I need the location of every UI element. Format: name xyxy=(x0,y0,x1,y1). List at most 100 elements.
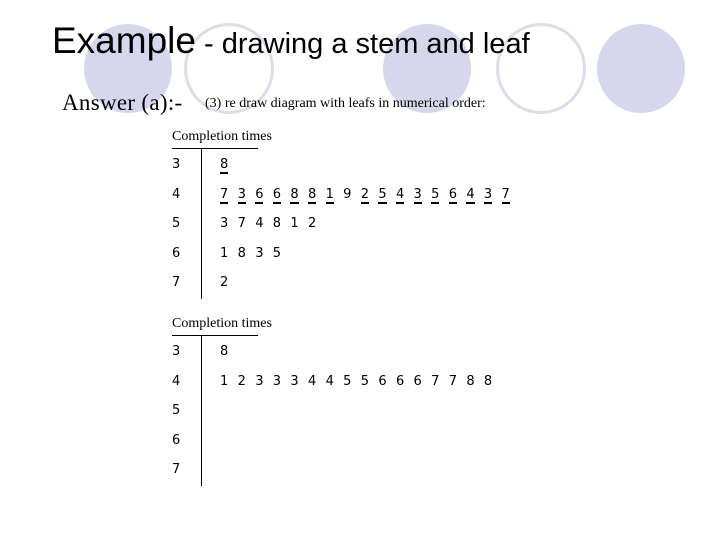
leaf-value: 3 xyxy=(290,374,308,389)
leaf-value-underlined: 1 xyxy=(325,186,344,204)
leaf-value-underlined: 8 xyxy=(307,186,326,204)
leaf-value: 8 xyxy=(273,216,291,231)
leaf-digit: 3 xyxy=(255,245,264,261)
leaf-digit: 5 xyxy=(431,186,440,204)
stem-leaf-header: Completion times xyxy=(172,129,272,149)
leaf-list: 1835 xyxy=(220,246,290,261)
stem-value: 3 xyxy=(172,344,181,359)
stem-leaf-row: 473668819254356437 xyxy=(172,179,512,209)
leaf-value: 7 xyxy=(431,374,449,389)
leaf-value-underlined: 6 xyxy=(272,186,291,204)
leaf-digit: 3 xyxy=(220,216,229,231)
leaf-digit: 5 xyxy=(343,373,352,389)
leaf-value: 9 xyxy=(343,187,361,202)
leaf-value-underlined: 7 xyxy=(501,186,520,204)
leaf-digit: 2 xyxy=(220,275,229,290)
leaf-value-underlined: 2 xyxy=(360,186,379,204)
leaf-value: 1 xyxy=(290,216,308,231)
leaf-list: 8 xyxy=(220,344,238,359)
leaf-value: 1 xyxy=(220,246,238,261)
stem-value: 5 xyxy=(172,403,181,418)
leaf-value: 7 xyxy=(238,216,256,231)
leaf-digit: 8 xyxy=(220,157,229,174)
leaf-value: 6 xyxy=(396,374,414,389)
stem-leaf-row: 6 1835 xyxy=(172,238,512,268)
instruction-text: (3) re draw diagram with leafs in numeri… xyxy=(205,96,486,111)
leaf-digit: 1 xyxy=(290,216,299,231)
decor-circle-filled xyxy=(597,24,685,113)
leaf-digit: 6 xyxy=(255,186,264,204)
stem-leaf-row: 5 374812 xyxy=(172,208,512,238)
leaf-value: 3 xyxy=(273,374,291,389)
stem-value: 6 xyxy=(172,245,181,261)
leaf-digit: 7 xyxy=(501,186,510,204)
leaf-digit: 2 xyxy=(360,186,370,204)
leaf-value: 2 xyxy=(308,216,326,231)
leaf-digit: 8 xyxy=(272,216,282,231)
leaf-value-underlined: 4 xyxy=(466,186,484,204)
stem-leaf-row: 5 xyxy=(172,395,512,425)
leaf-digit: 8 xyxy=(466,373,475,389)
stem-leaf-body: 3847366881925435643753748126183572 xyxy=(172,149,512,299)
leaf-digit: 1 xyxy=(220,373,229,389)
leaf-digit: 5 xyxy=(360,373,370,389)
leaf-digit: 1 xyxy=(325,186,334,204)
leaf-value: 5 xyxy=(361,374,379,389)
leaf-digit: 3 xyxy=(483,186,493,204)
leaf-value-underlined: 5 xyxy=(378,186,396,204)
leaf-digit: 7 xyxy=(431,373,440,389)
stem-value: 7 xyxy=(172,275,181,290)
leaf-value-underlined: 3 xyxy=(237,186,256,204)
stem-leaf-row: 38 xyxy=(172,149,512,179)
leaf-value: 4 xyxy=(255,216,273,231)
leaf-value: 1 xyxy=(220,374,238,389)
leaf-digit: 2 xyxy=(307,216,317,231)
leaf-value-underlined: 8 xyxy=(220,157,238,174)
leaf-digit: 5 xyxy=(378,186,387,204)
leaf-value: 6 xyxy=(414,374,432,389)
stem-leaf-header: Completion times xyxy=(172,316,272,336)
leaf-list: 73668819254356437 xyxy=(220,186,520,204)
stem-value: 4 xyxy=(172,373,181,389)
leaf-digit: 6 xyxy=(413,373,422,389)
leaf-digit: 4 xyxy=(395,186,405,204)
stem-leaf-row: 6 xyxy=(172,425,512,455)
leaf-list: 2 xyxy=(220,275,238,290)
leaf-value: 3 xyxy=(220,216,238,231)
leaf-value-underlined: 7 xyxy=(220,186,238,204)
stem-leaf-row: 38 xyxy=(172,336,512,366)
leaf-value: 5 xyxy=(273,246,291,261)
stem-leaf-row: 7 xyxy=(172,454,512,484)
leaf-digit: 6 xyxy=(378,373,387,389)
leaf-value: 8 xyxy=(238,246,256,261)
leaf-digit: 7 xyxy=(237,216,246,231)
answer-label: Answer (a):- xyxy=(62,90,183,115)
leaf-digit: 4 xyxy=(466,186,475,204)
stem-leaf-diagram-sorted: Completion times 3841233344556667788567 xyxy=(172,314,512,486)
stem-value: 5 xyxy=(172,216,181,231)
leaf-digit: 8 xyxy=(290,186,299,204)
stem-value: 4 xyxy=(172,186,181,202)
leaf-digit: 4 xyxy=(307,373,317,389)
leaf-value-underlined: 5 xyxy=(431,186,449,204)
leaf-value: 3 xyxy=(255,246,273,261)
leaf-value-underlined: 8 xyxy=(290,186,308,204)
leaf-digit: 4 xyxy=(325,373,334,389)
leaf-value: 2 xyxy=(220,275,238,290)
leaf-digit: 5 xyxy=(272,245,282,261)
leaf-digit: 3 xyxy=(255,373,264,389)
leaf-digit: 1 xyxy=(220,245,229,261)
leaf-list: 8 xyxy=(220,157,238,174)
leaf-digit: 8 xyxy=(220,344,229,359)
stem-value: 3 xyxy=(172,157,181,172)
leaf-value: 4 xyxy=(308,374,326,389)
leaf-digit: 8 xyxy=(307,186,317,204)
leaf-digit: 3 xyxy=(237,186,246,204)
leaf-digit: 6 xyxy=(448,186,457,204)
stem-value: 6 xyxy=(172,432,181,448)
slide-title: Example - drawing a stem and leaf xyxy=(52,22,530,59)
leaf-digit: 6 xyxy=(272,186,282,204)
leaf-list: 1233344556667788 xyxy=(220,374,502,389)
leaf-value-underlined: 3 xyxy=(483,186,502,204)
stem-leaf-row: 41233344556667788 xyxy=(172,366,512,396)
